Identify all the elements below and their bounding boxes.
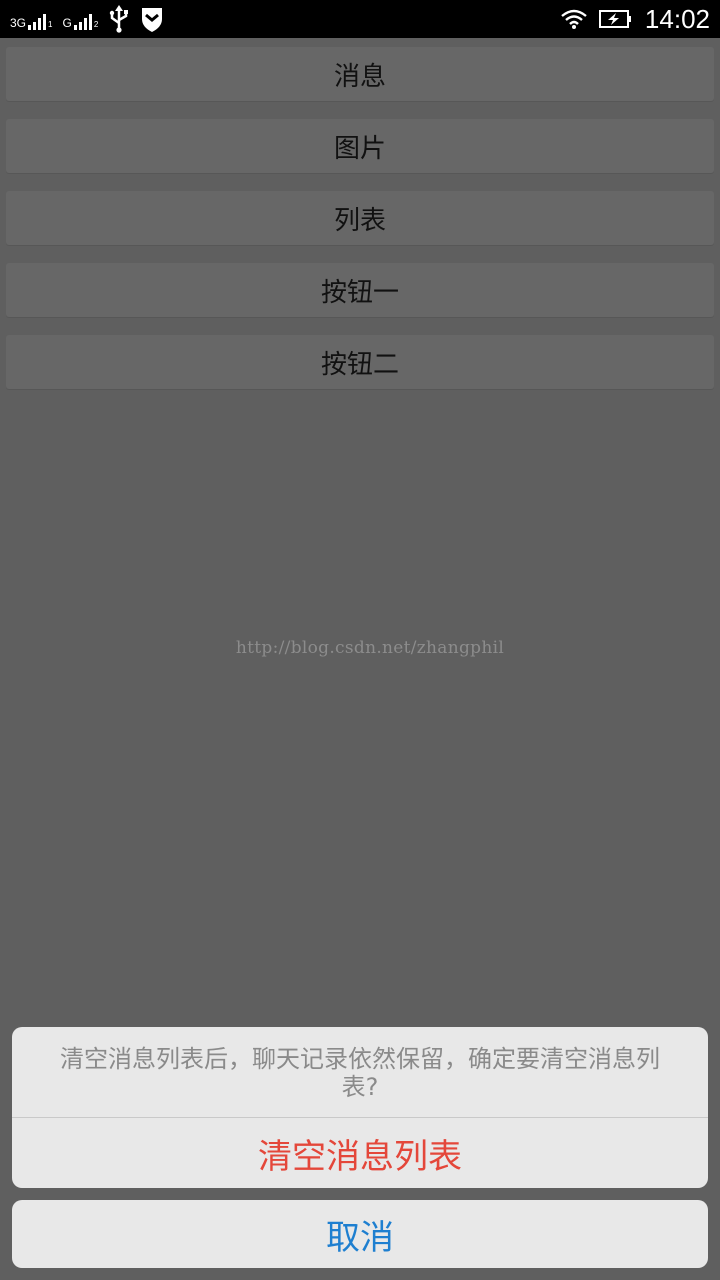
sim2-slot-label: 2 [93,20,99,29]
shield-icon [140,5,164,33]
action-sheet: 清空消息列表后，聊天记录依然保留，确定要清空消息列表? 清空消息列表 [12,1027,708,1188]
button-one[interactable]: 按钮一 [6,263,714,317]
message-button[interactable]: 消息 [6,47,714,101]
screen: 3G 1 G 2 14:02 消息 图片 列表 按钮一 按钮二 http://b… [0,0,720,1280]
sim2-network-label: G [62,16,72,30]
cancel-button[interactable]: 取消 [12,1200,708,1268]
button-two[interactable]: 按钮二 [6,335,714,389]
status-bar: 3G 1 G 2 14:02 [0,0,720,38]
sim1-signal: 3G 1 [10,8,52,30]
signal-icon [73,14,92,30]
picture-button[interactable]: 图片 [6,119,714,173]
status-left: 3G 1 G 2 [10,0,164,38]
sim1-slot-label: 1 [48,20,53,29]
button-list: 消息 图片 列表 按钮一 按钮二 [6,47,714,407]
wifi-icon [561,9,587,29]
sim2-signal: G 2 [62,8,98,30]
signal-icon [28,14,47,30]
status-right: 14:02 [561,0,710,38]
list-button[interactable]: 列表 [6,191,714,245]
battery-charging-icon [598,9,633,29]
clear-message-list-button[interactable]: 清空消息列表 [12,1118,708,1188]
sim1-network-label: 3G [10,16,27,30]
clock: 14:02 [644,3,710,34]
usb-icon [108,5,130,33]
action-sheet-message: 清空消息列表后，聊天记录依然保留，确定要清空消息列表? [12,1027,708,1118]
watermark-text: http://blog.csdn.net/zhangphil [235,638,505,658]
